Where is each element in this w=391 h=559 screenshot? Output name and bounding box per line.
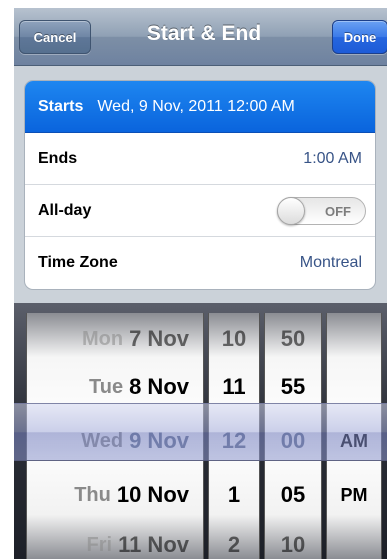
minute-option-selected[interactable]: 00 xyxy=(265,415,321,467)
allday-label: All-day xyxy=(38,201,92,219)
screen: Cancel Start & End Done Starts Wed, 9 No… xyxy=(14,8,387,559)
date-time-picker: Mon 7 Nov Tue 8 Nov Wed 9 Nov Thu 10 Nov… xyxy=(14,303,387,559)
date-option[interactable]: Thu 10 Nov xyxy=(27,469,203,521)
allday-row: All-day OFF xyxy=(25,185,375,237)
am-option-selected[interactable]: AM xyxy=(327,415,381,467)
cancel-button[interactable]: Cancel xyxy=(19,20,91,54)
done-button[interactable]: Done xyxy=(332,20,387,54)
toggle-knob xyxy=(277,197,305,225)
date-option[interactable]: Tue 8 Nov xyxy=(27,361,203,413)
ends-row[interactable]: Ends 1:00 AM xyxy=(25,133,375,185)
minute-option[interactable]: 05 xyxy=(265,469,321,521)
ends-value: 1:00 AM xyxy=(303,149,362,167)
timezone-row[interactable]: Time Zone Montreal xyxy=(25,237,375,289)
navigation-bar: Cancel Start & End Done xyxy=(14,8,387,66)
date-text: 9 Nov xyxy=(129,428,189,453)
toggle-state: OFF xyxy=(325,204,351,219)
ends-label: Ends xyxy=(38,149,78,167)
weekday-text: Wed xyxy=(81,429,124,452)
hour-wheel[interactable]: 10 11 12 1 2 xyxy=(208,313,260,559)
date-option[interactable]: Fri 11 Nov xyxy=(27,519,203,559)
date-text: 10 Nov xyxy=(116,482,189,507)
allday-toggle[interactable]: OFF xyxy=(277,197,366,225)
date-option-selected[interactable]: Wed 9 Nov xyxy=(27,415,203,467)
starts-row[interactable]: Starts Wed, 9 Nov, 2011 12:00 AM xyxy=(25,81,375,133)
hour-option[interactable]: 11 xyxy=(209,361,259,413)
date-option[interactable]: Mon 7 Nov xyxy=(27,313,203,365)
hour-option[interactable]: 10 xyxy=(209,313,259,365)
weekday-text: Tue xyxy=(89,375,124,398)
hour-option-selected[interactable]: 12 xyxy=(209,415,259,467)
starts-value: Wed, 9 Nov, 2011 12:00 AM xyxy=(97,97,295,115)
settings-group: Starts Wed, 9 Nov, 2011 12:00 AM Ends 1:… xyxy=(24,80,376,290)
minute-option[interactable]: 10 xyxy=(265,519,321,559)
hour-option[interactable]: 2 xyxy=(209,519,259,559)
minute-wheel[interactable]: 50 55 00 05 10 xyxy=(264,313,322,559)
hour-option[interactable]: 1 xyxy=(209,469,259,521)
date-text: 7 Nov xyxy=(129,326,189,351)
starts-label: Starts xyxy=(38,97,84,115)
weekday-text: Mon xyxy=(81,327,124,350)
minute-option[interactable]: 55 xyxy=(265,361,321,413)
timezone-label: Time Zone xyxy=(38,254,118,271)
minute-option[interactable]: 50 xyxy=(265,313,321,365)
pm-option[interactable]: PM xyxy=(327,469,381,521)
weekday-text: Fri xyxy=(86,533,113,556)
timezone-value: Montreal xyxy=(299,254,362,271)
page-title: Start & End xyxy=(146,22,262,45)
ampm-wheel[interactable]: AM PM xyxy=(326,313,382,559)
date-text: 11 Nov xyxy=(118,532,189,557)
date-text: 8 Nov xyxy=(129,374,189,399)
weekday-text: Thu xyxy=(74,483,111,506)
date-wheel[interactable]: Mon 7 Nov Tue 8 Nov Wed 9 Nov Thu 10 Nov… xyxy=(26,313,204,559)
